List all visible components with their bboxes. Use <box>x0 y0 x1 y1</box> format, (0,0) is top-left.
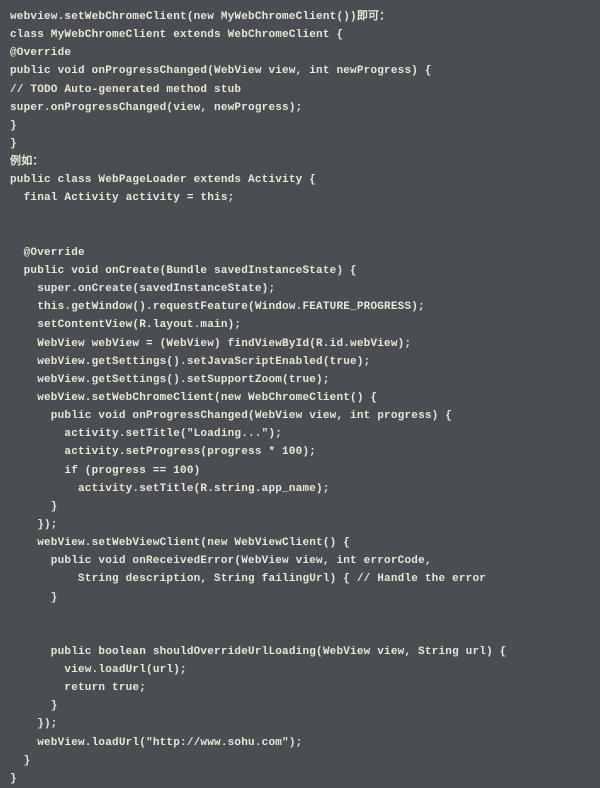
code-line: }); <box>10 516 590 534</box>
code-line: super.onCreate(savedInstanceState); <box>10 280 590 298</box>
code-line: webView.setWebChromeClient(new WebChrome… <box>10 389 590 407</box>
code-line: public class WebPageLoader extends Activ… <box>10 171 590 189</box>
code-line: public boolean shouldOverrideUrlLoading(… <box>10 643 590 661</box>
code-line: super.onProgressChanged(view, newProgres… <box>10 99 590 117</box>
code-line: 例如： <box>10 153 590 171</box>
code-line: activity.setTitle(R.string.app_name); <box>10 480 590 498</box>
code-line: }); <box>10 715 590 733</box>
code-line: setContentView(R.layout.main); <box>10 316 590 334</box>
code-line: view.loadUrl(url); <box>10 661 590 679</box>
code-line: final Activity activity = this; <box>10 189 590 207</box>
code-line: } <box>10 697 590 715</box>
code-line: webView.getSettings().setJavaScriptEnabl… <box>10 353 590 371</box>
code-line: String description, String failingUrl) {… <box>10 570 590 588</box>
code-line: class MyWebChromeClient extends WebChrom… <box>10 26 590 44</box>
code-line: } <box>10 135 590 153</box>
code-line: public void onProgressChanged(WebView vi… <box>10 62 590 80</box>
code-line: activity.setProgress(progress * 100); <box>10 443 590 461</box>
code-block: webview.setWebChromeClient(new MyWebChro… <box>10 8 590 788</box>
code-line: webView.setWebViewClient(new WebViewClie… <box>10 534 590 552</box>
code-line: // TODO Auto-generated method stub <box>10 81 590 99</box>
code-line: } <box>10 589 590 607</box>
code-line: public void onProgressChanged(WebView vi… <box>10 407 590 425</box>
code-line: } <box>10 770 590 788</box>
code-line: webView.getSettings().setSupportZoom(tru… <box>10 371 590 389</box>
code-line: @Override <box>10 44 590 62</box>
code-line: if (progress == 100) <box>10 462 590 480</box>
code-line <box>10 226 590 244</box>
code-line <box>10 607 590 625</box>
code-line <box>10 208 590 226</box>
code-line: } <box>10 752 590 770</box>
code-line <box>10 625 590 643</box>
code-line: activity.setTitle("Loading..."); <box>10 425 590 443</box>
code-line: public void onReceivedError(WebView view… <box>10 552 590 570</box>
code-line: public void onCreate(Bundle savedInstanc… <box>10 262 590 280</box>
code-line: } <box>10 117 590 135</box>
code-line: return true; <box>10 679 590 697</box>
code-line: webView.loadUrl("http://www.sohu.com"); <box>10 734 590 752</box>
code-line: this.getWindow().requestFeature(Window.F… <box>10 298 590 316</box>
code-line: @Override <box>10 244 590 262</box>
code-line: } <box>10 498 590 516</box>
code-line: webview.setWebChromeClient(new MyWebChro… <box>10 8 590 26</box>
code-line: WebView webView = (WebView) findViewById… <box>10 335 590 353</box>
